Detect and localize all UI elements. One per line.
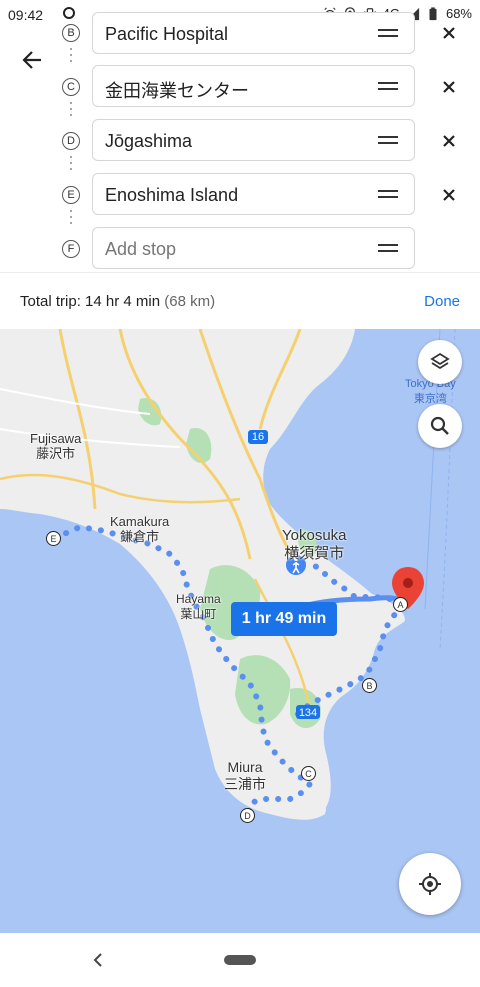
my-location-button[interactable] [399, 853, 461, 915]
land-mainland [0, 329, 405, 819]
search-icon [430, 416, 449, 435]
stop-e-marker: E [62, 186, 80, 204]
back-button[interactable] [18, 46, 46, 74]
nav-back-icon [93, 953, 102, 967]
remove-stop-e-button[interactable] [440, 186, 458, 204]
map-view[interactable]: 16 134 Fujisawa 藤沢市 Kamakura 鎌倉市 Yokosuka 横… [0, 329, 480, 933]
map-label-fujisawa: Fujisawa 藤沢市 [30, 431, 82, 461]
search-along-route-button[interactable] [418, 404, 462, 448]
stop-e-label: Enoshima Island [105, 185, 239, 205]
stop-b-label: Pacific Hospital [105, 24, 229, 44]
stop-c-field[interactable]: 金田海業センター [92, 65, 415, 107]
map-marker-b[interactable]: B [362, 678, 377, 693]
stop-c-marker: C [62, 78, 80, 96]
stop-d-label: Jōgashima [105, 131, 193, 151]
stop-b-field[interactable]: Pacific Hospital [92, 12, 415, 54]
stop-f-marker: F [62, 240, 80, 258]
map-marker-a[interactable]: A [393, 597, 408, 612]
drag-handle-icon[interactable] [378, 136, 398, 144]
status-time: 09:42 [8, 7, 44, 23]
road-134-label: 134 [298, 707, 318, 719]
close-icon [443, 81, 455, 93]
done-button[interactable]: Done [424, 293, 460, 310]
close-icon [443, 189, 455, 201]
drag-handle-icon[interactable] [378, 190, 398, 198]
map-label-hayama: Hayama 葉山町 [176, 592, 221, 621]
road-16-label: 16 [251, 431, 265, 443]
add-stop-field[interactable]: Add stop [92, 227, 415, 269]
layers-icon [430, 352, 450, 370]
remove-stop-c-button[interactable] [440, 78, 458, 96]
route-dots [70, 210, 72, 228]
drag-handle-icon[interactable] [378, 244, 398, 252]
system-nav-bar [0, 933, 480, 987]
my-location-icon [419, 873, 441, 895]
stop-d-field[interactable]: Jōgashima [92, 119, 415, 161]
stop-b-marker: B [62, 24, 80, 42]
route-dots [70, 48, 72, 66]
close-icon [443, 27, 455, 39]
drag-handle-icon[interactable] [378, 29, 398, 37]
stop-c-label: 金田海業センター [105, 81, 249, 101]
route-time-bubble[interactable]: 1 hr 49 min [231, 602, 337, 636]
battery-percent: 68% [445, 6, 472, 21]
notification-dot-icon [63, 7, 75, 19]
remove-stop-b-button[interactable] [440, 24, 458, 42]
arrow-left-icon [22, 51, 41, 69]
stop-e-field[interactable]: Enoshima Island [92, 173, 415, 215]
directions-header: B Pacific Hospital C 金田海業センター D Jōgashim… [0, 12, 480, 272]
route-dots [70, 156, 72, 174]
trip-duration: Total trip: 14 hr 4 min [20, 293, 161, 310]
nav-home-pill[interactable] [224, 955, 256, 965]
map-label-yokosuka: Yokosuka 横須賀市 [282, 527, 347, 562]
battery-icon [429, 6, 437, 20]
trip-distance: (68 km) [164, 293, 216, 310]
map-marker-d[interactable]: D [240, 808, 255, 823]
stop-d-marker: D [62, 132, 80, 150]
close-icon [443, 135, 455, 147]
map-marker-e[interactable]: E [46, 531, 61, 546]
remove-stop-d-button[interactable] [440, 132, 458, 150]
trip-summary: Total trip: 14 hr 4 min (68 km) Done [0, 272, 480, 329]
drag-handle-icon[interactable] [378, 82, 398, 90]
nav-back-button[interactable] [88, 950, 108, 970]
map-marker-c[interactable]: C [301, 766, 316, 781]
add-stop-placeholder: Add stop [105, 239, 177, 259]
layers-button[interactable] [418, 340, 462, 384]
route-dots [70, 102, 72, 120]
map-label-miura: Miura 三浦市 [224, 759, 266, 792]
map-label-kamakura: Kamakura 鎌倉市 [110, 514, 170, 544]
